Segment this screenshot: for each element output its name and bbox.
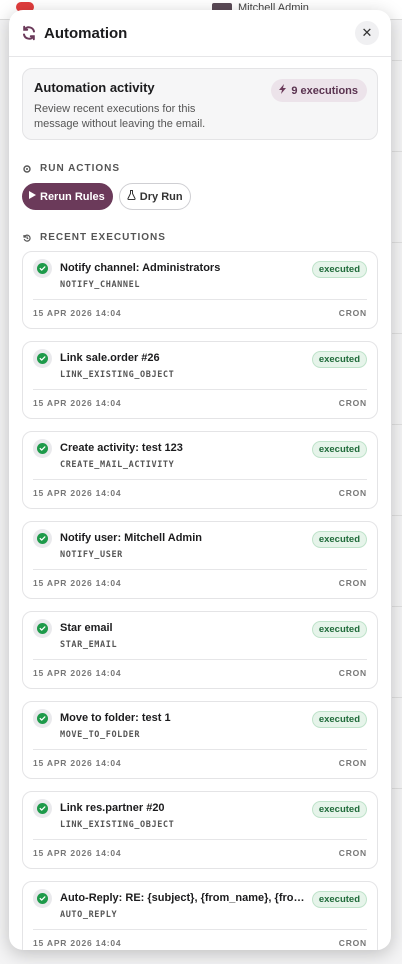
execution-item[interactable]: Create activity: test 123 CREATE_MAIL_AC… bbox=[22, 431, 378, 509]
status-badge: executed bbox=[311, 621, 367, 638]
divider bbox=[33, 299, 367, 300]
execution-name: Notify user: Mitchell Admin bbox=[60, 532, 202, 544]
execution-name: Link sale.order #26 bbox=[60, 352, 160, 364]
execution-code: CREATE_MAIL_ACTIVITY bbox=[60, 460, 175, 470]
divider bbox=[33, 479, 367, 480]
recent-executions-label: RECENT EXECUTIONS bbox=[40, 232, 166, 243]
execution-timestamp: 15 APR 2026 14:04 bbox=[33, 488, 122, 498]
panel-title: Automation bbox=[44, 24, 128, 42]
execution-list: Notify channel: Administrators NOTIFY_CH… bbox=[22, 251, 378, 950]
dry-run-label: Dry Run bbox=[139, 190, 183, 203]
activity-description: Review recent executions for this messag… bbox=[34, 103, 206, 130]
bolt-icon bbox=[279, 84, 287, 97]
check-circle-icon bbox=[37, 443, 48, 454]
execution-name: Notify channel: Administrators bbox=[60, 262, 221, 274]
execution-name: Create activity: test 123 bbox=[60, 442, 183, 454]
run-actions-heading: RUN ACTIONS bbox=[23, 163, 378, 174]
execution-code: AUTO_REPLY bbox=[60, 910, 118, 920]
play-icon bbox=[28, 190, 37, 203]
execution-item[interactable]: Notify channel: Administrators NOTIFY_CH… bbox=[22, 251, 378, 329]
execution-timestamp: 15 APR 2026 14:04 bbox=[33, 668, 122, 678]
execution-source: CRON bbox=[338, 578, 367, 588]
check-circle-icon bbox=[37, 713, 48, 724]
close-button[interactable]: ✕ bbox=[355, 21, 379, 45]
execution-item[interactable]: Move to folder: test 1 MOVE_TO_FOLDER ex… bbox=[22, 701, 378, 779]
execution-source: CRON bbox=[338, 308, 367, 318]
dry-run-button[interactable]: Dry Run bbox=[118, 183, 191, 210]
execution-code: LINK_EXISTING_OBJECT bbox=[60, 820, 175, 830]
divider bbox=[33, 389, 367, 390]
execution-item[interactable]: Auto-Reply: RE: {subject}, {from_name}, … bbox=[22, 881, 378, 950]
recent-executions-heading: RECENT EXECUTIONS bbox=[23, 232, 378, 243]
execution-source: CRON bbox=[338, 848, 367, 858]
execution-code: NOTIFY_CHANNEL bbox=[60, 280, 141, 290]
execution-source: CRON bbox=[338, 488, 367, 498]
execution-code: STAR_EMAIL bbox=[60, 640, 118, 650]
circle-dot-icon bbox=[23, 164, 31, 173]
execution-code: LINK_EXISTING_OBJECT bbox=[60, 370, 175, 380]
background-lines bbox=[392, 60, 402, 960]
check-circle-icon bbox=[37, 803, 48, 814]
execution-name: Link res.partner #20 bbox=[60, 802, 165, 814]
execution-source: CRON bbox=[338, 668, 367, 678]
status-badge: executed bbox=[311, 891, 367, 908]
executions-count: 9 executions bbox=[291, 84, 358, 97]
status-badge: executed bbox=[311, 531, 367, 548]
executions-count-badge: 9 executions bbox=[271, 79, 367, 102]
rerun-rules-button[interactable]: Rerun Rules bbox=[22, 183, 113, 210]
execution-timestamp: 15 APR 2026 14:04 bbox=[33, 848, 122, 858]
status-badge: executed bbox=[311, 801, 367, 818]
divider bbox=[33, 749, 367, 750]
execution-timestamp: 15 APR 2026 14:04 bbox=[33, 758, 122, 768]
check-circle-icon bbox=[37, 533, 48, 544]
history-icon bbox=[23, 234, 31, 242]
execution-source: CRON bbox=[338, 758, 367, 768]
execution-item[interactable]: Link sale.order #26 LINK_EXISTING_OBJECT… bbox=[22, 341, 378, 419]
status-badge: executed bbox=[311, 441, 367, 458]
execution-source: CRON bbox=[338, 398, 367, 408]
execution-item[interactable]: Star email STAR_EMAIL executed 15 APR 20… bbox=[22, 611, 378, 689]
execution-name: Auto-Reply: RE: {subject}, {from_name}, … bbox=[60, 892, 312, 904]
rerun-rules-label: Rerun Rules bbox=[40, 190, 105, 203]
panel-header: Automation ✕ bbox=[9, 10, 391, 57]
status-badge: executed bbox=[311, 711, 367, 728]
close-icon: ✕ bbox=[361, 25, 373, 40]
divider bbox=[33, 569, 367, 570]
execution-item[interactable]: Link res.partner #20 LINK_EXISTING_OBJEC… bbox=[22, 791, 378, 869]
execution-timestamp: 15 APR 2026 14:04 bbox=[33, 938, 122, 948]
check-circle-icon bbox=[37, 623, 48, 634]
execution-name: Star email bbox=[60, 622, 113, 634]
execution-name: Move to folder: test 1 bbox=[60, 712, 171, 724]
activity-card: Automation activity Review recent execut… bbox=[22, 68, 378, 140]
run-actions-label: RUN ACTIONS bbox=[40, 163, 121, 174]
automation-panel: Automation ✕ Automation activity Review … bbox=[9, 10, 391, 950]
execution-item[interactable]: Notify user: Mitchell Admin NOTIFY_USER … bbox=[22, 521, 378, 599]
divider bbox=[33, 839, 367, 840]
check-circle-icon bbox=[37, 353, 48, 364]
execution-source: CRON bbox=[338, 938, 367, 948]
execution-timestamp: 15 APR 2026 14:04 bbox=[33, 308, 122, 318]
execution-code: NOTIFY_USER bbox=[60, 550, 123, 560]
actions-row: Rerun Rules Dry Run bbox=[22, 183, 378, 210]
divider bbox=[33, 659, 367, 660]
panel-body: Automation activity Review recent execut… bbox=[9, 57, 391, 950]
execution-timestamp: 15 APR 2026 14:04 bbox=[33, 398, 122, 408]
check-circle-icon bbox=[37, 263, 48, 274]
refresh-icon bbox=[21, 25, 37, 41]
check-circle-icon bbox=[37, 893, 48, 904]
status-badge: executed bbox=[311, 351, 367, 368]
flask-icon bbox=[127, 190, 136, 203]
execution-timestamp: 15 APR 2026 14:04 bbox=[33, 578, 122, 588]
execution-code: MOVE_TO_FOLDER bbox=[60, 730, 141, 740]
divider bbox=[33, 929, 367, 930]
status-badge: executed bbox=[311, 261, 367, 278]
